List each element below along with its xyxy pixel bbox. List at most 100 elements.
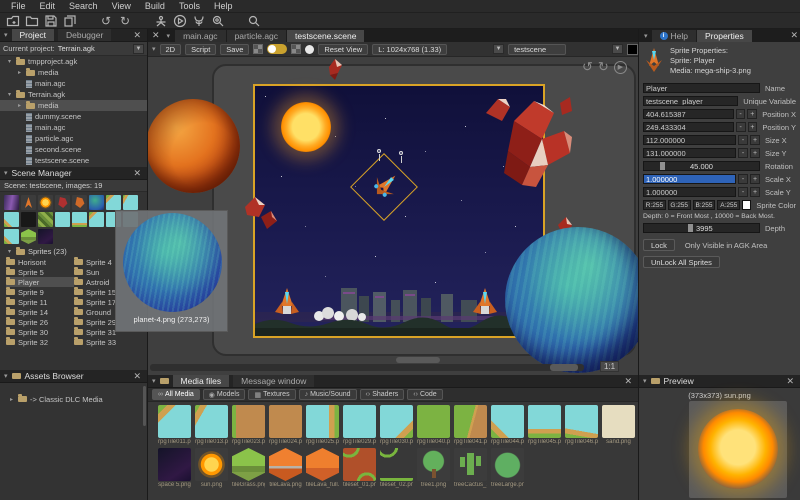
scale-y-input[interactable]: 1.000000 <box>643 187 736 197</box>
run-icon[interactable] <box>173 14 187 28</box>
media-thumb[interactable] <box>269 405 302 438</box>
panel-menu-icon[interactable]: ▾ <box>4 31 8 39</box>
slider-knob[interactable] <box>660 162 665 170</box>
increment-button[interactable]: + <box>747 109 757 119</box>
tab-main-agc[interactable]: main.agc <box>175 30 226 42</box>
media-item[interactable]: sand.png <box>602 405 635 445</box>
increment-button[interactable]: + <box>750 174 760 184</box>
filter-models[interactable]: ◉Models <box>203 389 246 400</box>
tab-message-window[interactable]: Message window <box>233 375 314 387</box>
filter-textures[interactable]: ▦Textures <box>248 389 295 400</box>
media-thumb[interactable] <box>454 448 487 481</box>
tab-particle-agc[interactable]: particle.agc <box>227 30 286 42</box>
view-undo-icon[interactable]: ↺ <box>582 59 593 75</box>
tree-item[interactable]: second.scene <box>0 144 147 155</box>
search-icon[interactable] <box>247 14 261 28</box>
media-item[interactable]: rpgTile023.png <box>232 405 265 445</box>
panel-menu-icon[interactable]: ▾ <box>152 377 156 385</box>
grid-icon[interactable] <box>253 44 263 54</box>
menu-view[interactable]: View <box>105 1 138 11</box>
tab-project[interactable]: Project <box>12 29 54 41</box>
filter-code[interactable]: ‹›Code <box>407 389 442 400</box>
expand-icon[interactable]: ▾ <box>6 248 13 255</box>
decrement-button[interactable]: - <box>736 109 746 119</box>
media-item[interactable]: rpgTile046.png <box>565 405 598 445</box>
media-item[interactable]: treeLarge.png <box>491 448 524 488</box>
close-icon[interactable]: ✕ <box>790 30 800 41</box>
open-project-icon[interactable] <box>25 14 39 28</box>
close-icon[interactable]: ✕ <box>786 376 796 387</box>
media-item[interactable]: rpgTile044.png <box>491 405 524 445</box>
color-b-input[interactable]: B:255 <box>693 200 716 210</box>
panel-menu-icon[interactable]: ▾ <box>163 32 175 40</box>
expand-icon[interactable]: ▸ <box>16 102 23 109</box>
view-redo-icon[interactable]: ↻ <box>598 59 609 75</box>
close-icon[interactable]: ✕ <box>624 376 634 387</box>
tab-media-files[interactable]: Media files <box>173 375 230 387</box>
tree-item[interactable]: testscene.scene <box>0 155 147 166</box>
tree-item[interactable]: main.agc <box>0 78 147 89</box>
only-visible-label[interactable]: Only Visible in AGK Area <box>685 241 767 250</box>
media-thumb[interactable] <box>380 405 413 438</box>
media-thumb[interactable] <box>195 448 228 481</box>
scene-image-thumb[interactable] <box>55 212 70 227</box>
panel-menu-icon[interactable]: ▾ <box>643 377 647 385</box>
media-thumb[interactable] <box>528 405 561 438</box>
media-thumb[interactable] <box>491 448 524 481</box>
media-thumb[interactable] <box>269 448 302 481</box>
size-x-input[interactable]: 112.000000 <box>643 135 736 145</box>
scene-image-thumb[interactable] <box>89 212 104 227</box>
filter-music-sound[interactable]: ♪Music/Sound <box>299 389 357 400</box>
scene-image-thumb[interactable] <box>38 229 53 244</box>
increment-button[interactable]: + <box>750 148 760 158</box>
decrement-button[interactable]: - <box>738 174 748 184</box>
sprite-item[interactable]: Sprite 32 <box>6 337 74 347</box>
media-item[interactable]: tileGrass.png <box>232 448 265 488</box>
expand-icon[interactable]: ▾ <box>6 58 13 65</box>
media-thumb[interactable] <box>195 405 228 438</box>
media-item[interactable]: rpgTile041.png <box>454 405 487 445</box>
size-y-input[interactable]: 131.000000 <box>643 148 736 158</box>
sprite-item[interactable]: Sprite 33 <box>74 337 142 347</box>
scene-image-thumb[interactable] <box>21 195 36 210</box>
mode-2d-button[interactable]: 2D <box>160 44 182 55</box>
expand-icon[interactable]: ▾ <box>6 91 13 98</box>
media-item[interactable]: rpgTile025.png <box>306 405 339 445</box>
sprite-color-swatch[interactable] <box>742 200 751 210</box>
scene-image-thumb[interactable] <box>55 195 70 210</box>
tree-item[interactable]: particle.agc <box>0 133 147 144</box>
scene-image-thumb[interactable] <box>72 195 87 210</box>
sprite-item[interactable]: Sprite 11 <box>6 297 74 307</box>
media-item[interactable]: space 5.png <box>158 448 191 488</box>
rotate-handle[interactable] <box>377 149 381 153</box>
media-thumb[interactable] <box>343 405 376 438</box>
media-thumb[interactable] <box>417 405 450 438</box>
scene-select[interactable]: testscene <box>508 44 566 55</box>
close-icon[interactable]: ✕ <box>133 30 143 41</box>
media-thumb[interactable] <box>417 448 450 481</box>
current-project-value[interactable]: Terrain.agk <box>58 44 95 53</box>
color-r-input[interactable]: R:255 <box>643 200 666 210</box>
tab-help[interactable]: iHelp <box>652 30 696 42</box>
scale-x-input[interactable]: 1.000000 <box>643 174 736 184</box>
media-item[interactable]: tree1.png <box>417 448 450 488</box>
media-item[interactable]: rpgTile040.png <box>417 405 450 445</box>
increment-button[interactable]: + <box>750 135 760 145</box>
blue-planet-sprite[interactable] <box>505 227 638 373</box>
close-icon[interactable]: ✕ <box>152 30 162 41</box>
sprite-item[interactable]: Sprite 26 <box>6 317 74 327</box>
grid-overlay-icon[interactable] <box>291 44 301 54</box>
chevron-down-icon[interactable]: ▼ <box>612 44 623 54</box>
scrollbar[interactable] <box>143 386 146 426</box>
redo-icon[interactable]: ↻ <box>118 14 132 28</box>
tab-properties[interactable]: Properties <box>697 30 752 42</box>
media-thumb[interactable] <box>380 448 413 481</box>
assets-item[interactable]: ▸ -> Classic DLC Media <box>0 393 147 405</box>
panel-menu-icon[interactable]: ▾ <box>4 169 8 177</box>
canvas-horizontal-scrollbar[interactable] <box>150 364 584 371</box>
depth-slider[interactable]: 3995 <box>643 223 760 233</box>
close-icon[interactable]: ✕ <box>133 168 143 179</box>
menu-search[interactable]: Search <box>62 1 105 11</box>
media-thumb[interactable] <box>232 448 265 481</box>
background-color-swatch[interactable] <box>627 44 638 55</box>
